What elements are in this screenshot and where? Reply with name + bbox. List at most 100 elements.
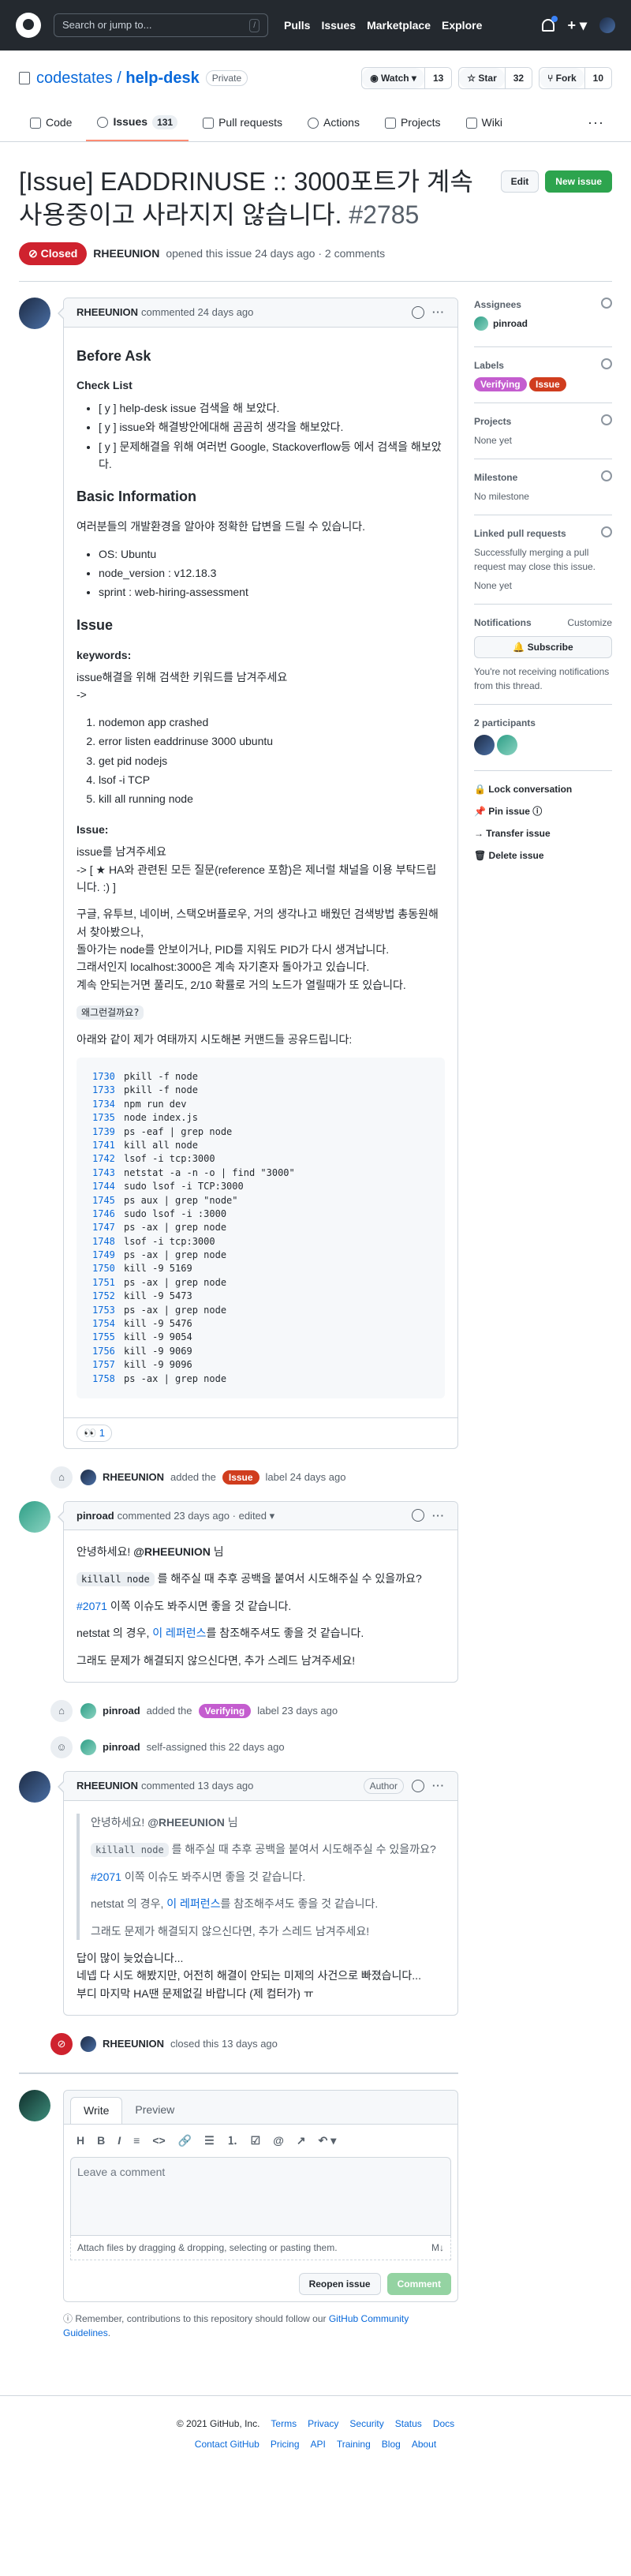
gear-icon[interactable] <box>601 358 612 370</box>
footer-link[interactable]: Pricing <box>271 2437 300 2451</box>
label-verifying[interactable]: Verifying <box>473 377 527 392</box>
lock-conversation-button[interactable]: 🔒 Lock conversation <box>474 782 612 796</box>
smiley-icon[interactable] <box>411 305 424 319</box>
tab-write[interactable]: Write <box>70 2097 123 2125</box>
nav-marketplace[interactable]: Marketplace <box>367 17 431 34</box>
comment-time[interactable]: commented 23 days ago · edited ▾ <box>118 1508 274 1524</box>
task-list-icon[interactable]: ☑ <box>251 2132 261 2149</box>
repo-name-link[interactable]: help-desk <box>125 69 199 87</box>
numbered-list-icon[interactable]: ⒈ <box>227 2132 238 2149</box>
event-actor[interactable]: pinroad <box>103 1703 140 1719</box>
bell-icon[interactable] <box>542 16 558 32</box>
event-actor[interactable]: RHEEUNION <box>103 2036 164 2052</box>
quoted-mention[interactable]: @RHEEUNION <box>147 1816 225 1829</box>
tab-pull-requests[interactable]: Pull requests <box>192 104 293 141</box>
customize-link[interactable]: Customize <box>567 616 612 630</box>
github-logo-icon[interactable] <box>16 13 41 38</box>
author-avatar[interactable] <box>19 1500 50 1533</box>
more-tabs-button[interactable]: ··· <box>580 104 612 141</box>
quoted-issue-link[interactable]: #2071 <box>91 1870 121 1883</box>
edit-title-button[interactable]: Edit <box>500 170 540 193</box>
issue-link[interactable]: #2071 <box>77 1600 107 1612</box>
tab-issues[interactable]: Issues 131 <box>86 104 189 141</box>
italic-icon[interactable]: I <box>118 2132 121 2149</box>
tab-actions[interactable]: Actions <box>297 104 371 141</box>
watch-button[interactable]: ◉ Watch ▾ 13 <box>361 67 453 89</box>
attach-files-area[interactable]: Attach files by dragging & dropping, sel… <box>70 2236 451 2261</box>
footer-link[interactable]: Status <box>395 2417 422 2431</box>
bold-icon[interactable]: B <box>97 2132 105 2149</box>
nav-pulls[interactable]: Pulls <box>284 17 310 34</box>
smiley-icon[interactable] <box>411 1779 424 1792</box>
nav-explore[interactable]: Explore <box>442 17 482 34</box>
comment-menu-button[interactable]: ··· <box>432 1508 445 1524</box>
footer-link[interactable]: About <box>412 2437 436 2451</box>
comment-author[interactable]: RHEEUNION <box>77 1778 138 1794</box>
tab-preview[interactable]: Preview <box>122 2097 187 2124</box>
tab-wiki[interactable]: Wiki <box>455 104 513 141</box>
footer-link[interactable]: Blog <box>382 2437 401 2451</box>
footer-link[interactable]: Docs <box>433 2417 454 2431</box>
comment-time[interactable]: commented 24 days ago <box>141 305 253 320</box>
label-issue[interactable]: Issue <box>528 377 566 392</box>
footer-link[interactable]: Privacy <box>308 2417 338 2431</box>
quoted-reference-link[interactable]: 이 레퍼런스 <box>166 1897 220 1910</box>
actor-avatar[interactable] <box>80 1739 96 1755</box>
footer-link[interactable]: Terms <box>271 2417 297 2431</box>
tab-code[interactable]: Code <box>19 104 83 141</box>
delete-issue-button[interactable]: 🗑 Delete issue <box>474 848 612 863</box>
footer-link[interactable]: Security <box>349 2417 383 2431</box>
actor-avatar[interactable] <box>80 1702 96 1719</box>
issue-author-link[interactable]: RHEEUNION <box>93 245 159 262</box>
assignee-avatar[interactable] <box>473 316 488 331</box>
actor-avatar[interactable] <box>80 1469 96 1485</box>
user-avatar[interactable] <box>599 17 615 33</box>
issue-label-badge[interactable]: Issue <box>222 1470 259 1485</box>
bullet-list-icon[interactable]: ☰ <box>204 2132 215 2149</box>
comment-button[interactable]: Comment <box>386 2273 451 2296</box>
event-actor[interactable]: RHEEUNION <box>103 1470 164 1485</box>
comment-author[interactable]: pinroad <box>77 1508 114 1524</box>
author-avatar[interactable] <box>19 298 50 330</box>
new-issue-button[interactable]: New issue <box>545 170 612 193</box>
star-count[interactable]: 32 <box>504 68 532 88</box>
smiley-icon[interactable] <box>411 1509 424 1522</box>
watch-count[interactable]: 13 <box>424 68 452 88</box>
participant-avatar[interactable] <box>473 735 495 756</box>
comment-menu-button[interactable]: ··· <box>432 305 445 320</box>
event-actor[interactable]: pinroad <box>103 1739 140 1755</box>
quote-icon[interactable]: ≡ <box>133 2132 140 2149</box>
assignee-name[interactable]: pinroad <box>493 316 528 331</box>
comment-menu-button[interactable]: ··· <box>432 1778 445 1794</box>
create-new-menu[interactable]: + ▾ <box>567 15 587 36</box>
star-button[interactable]: ☆ Star 32 <box>458 67 533 89</box>
heading-icon[interactable]: H <box>77 2132 84 2149</box>
subscribe-button[interactable]: 🔔 Subscribe <box>473 636 612 659</box>
gear-icon[interactable] <box>601 414 612 426</box>
repo-owner-link[interactable]: codestates <box>36 69 113 87</box>
gear-icon[interactable] <box>601 526 612 538</box>
reopen-issue-button[interactable]: Reopen issue <box>298 2273 381 2296</box>
footer-link[interactable]: API <box>311 2437 326 2451</box>
reference-link[interactable]: 이 레퍼런스 <box>152 1627 206 1639</box>
tab-projects[interactable]: Projects <box>374 104 452 141</box>
saved-replies-icon[interactable]: ↶ ▾ <box>319 2132 337 2149</box>
footer-link[interactable]: Training <box>337 2437 371 2451</box>
gear-icon[interactable] <box>601 298 612 309</box>
participant-avatar[interactable] <box>497 735 518 756</box>
actor-avatar[interactable] <box>80 2036 96 2053</box>
current-user-avatar[interactable] <box>19 2090 50 2122</box>
gear-icon[interactable] <box>601 470 612 482</box>
link-icon[interactable]: 🔗 <box>178 2132 192 2149</box>
eyes-reaction[interactable]: 👀 1 <box>77 1425 113 1442</box>
comment-time[interactable]: commented 13 days ago <box>141 1778 253 1794</box>
fork-count[interactable]: 10 <box>584 68 611 88</box>
pin-issue-button[interactable]: 📌 Pin issue ⓘ <box>474 804 612 818</box>
fork-button[interactable]: ⑂ Fork 10 <box>539 67 612 89</box>
reference-icon[interactable]: ↗ <box>297 2132 306 2149</box>
mention-icon[interactable]: @ <box>273 2132 284 2149</box>
verifying-label-badge[interactable]: Verifying <box>198 1703 252 1718</box>
transfer-issue-button[interactable]: → Transfer issue <box>474 826 612 841</box>
comment-textarea[interactable]: Leave a comment <box>70 2157 451 2237</box>
footer-link[interactable]: Contact GitHub <box>195 2437 259 2451</box>
